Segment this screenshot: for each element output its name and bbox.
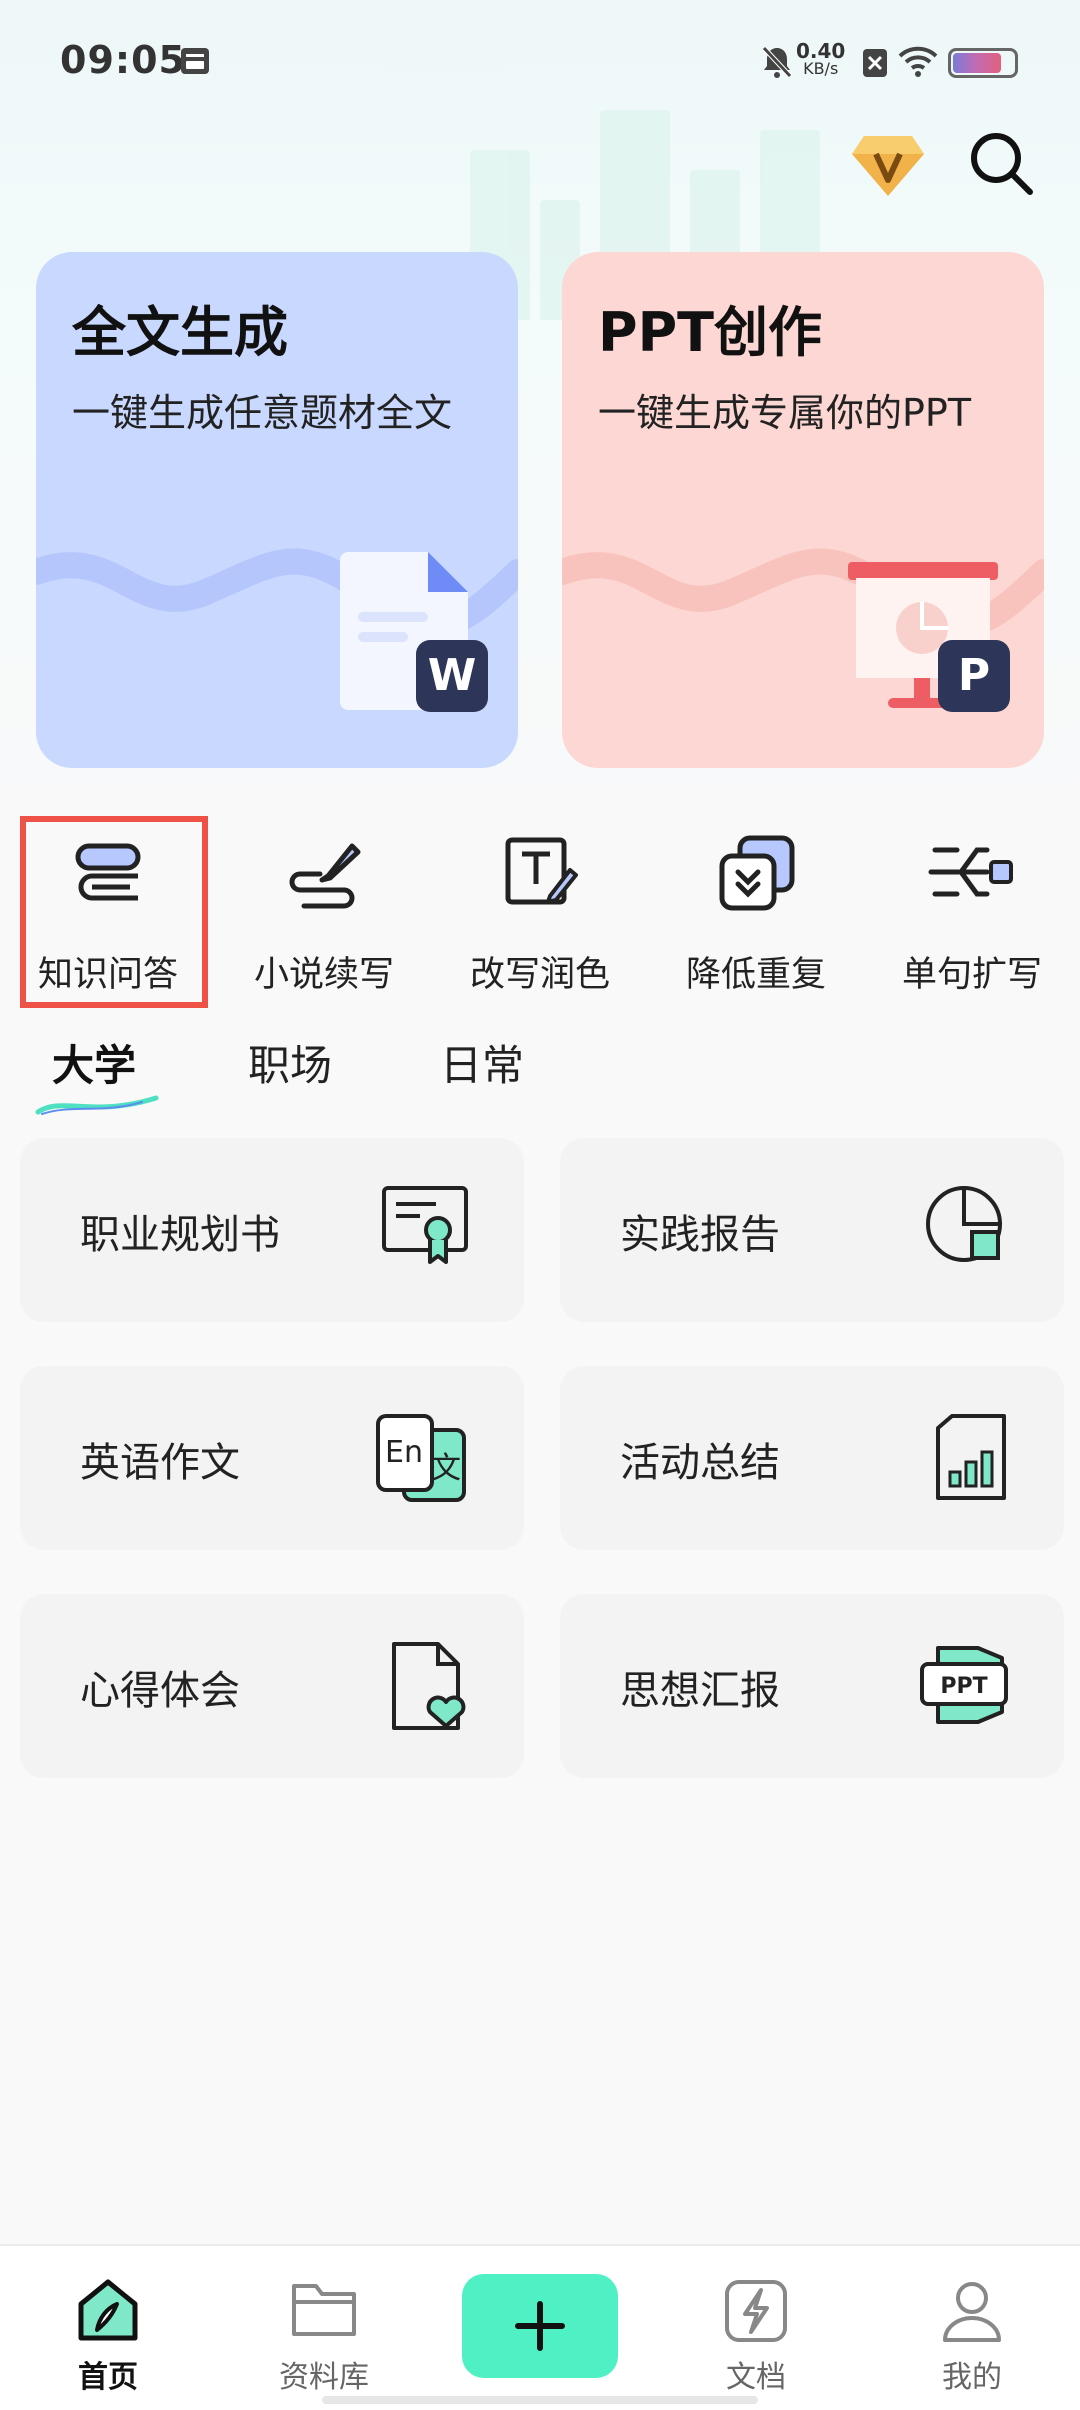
template-thought-report[interactable]: 思想汇报 PPT bbox=[560, 1594, 1064, 1778]
template-english-essay[interactable]: 英语作文 En 文 bbox=[20, 1366, 524, 1550]
tab-daily[interactable]: 日常 bbox=[440, 1032, 524, 1093]
presentation-board-icon: P bbox=[848, 562, 1010, 712]
card-subtitle: 一键生成任意题材全文 bbox=[72, 391, 453, 435]
card-title: PPT创作 bbox=[598, 301, 822, 364]
tool-label: 单句扩写 bbox=[901, 955, 1042, 995]
status-time: 09:05 bbox=[60, 38, 186, 82]
full-text-generation-card[interactable]: 全文生成 一键生成任意题材全文 W bbox=[36, 252, 518, 768]
tool-label: 改写润色 bbox=[469, 955, 610, 995]
nav-label: 资料库 bbox=[279, 2360, 369, 2395]
tool-novel-continue[interactable]: 小说续写 bbox=[234, 824, 414, 1004]
text-edit-icon bbox=[505, 837, 578, 905]
chart-doc-icon bbox=[936, 1414, 1006, 1500]
home-pen-icon bbox=[78, 2279, 138, 2341]
template-reflection[interactable]: 心得体会 bbox=[20, 1594, 524, 1778]
battery-level-fill bbox=[953, 53, 1002, 73]
status-bar: 09:05 0.40 KB/s bbox=[0, 0, 1080, 120]
sim-blocked-icon bbox=[863, 49, 887, 77]
word-document-icon: W bbox=[340, 552, 488, 712]
ppt-creation-card[interactable]: PPT创作 一键生成专属你的PPT P bbox=[562, 252, 1044, 768]
template-label: 英语作文 bbox=[80, 1440, 240, 1486]
selection-highlight-box bbox=[20, 816, 208, 1008]
tab-workplace[interactable]: 职场 bbox=[248, 1032, 332, 1093]
template-label: 实践报告 bbox=[620, 1212, 780, 1258]
nav-library[interactable]: 资料库 bbox=[244, 2246, 404, 2410]
card-title: 全文生成 bbox=[72, 301, 288, 364]
battery-icon bbox=[948, 48, 1018, 78]
lightning-doc-icon bbox=[725, 2280, 787, 2342]
pen-icon bbox=[289, 843, 361, 909]
bell-muted-icon bbox=[762, 46, 792, 78]
layers-down-icon bbox=[719, 835, 795, 911]
tool-label: 降低重复 bbox=[685, 955, 826, 995]
nav-label: 首页 bbox=[78, 2360, 138, 2395]
template-label: 职业规划书 bbox=[80, 1212, 280, 1258]
certificate-icon bbox=[382, 1186, 468, 1264]
tab-university[interactable]: 大学 bbox=[52, 1032, 136, 1093]
folder-icon bbox=[292, 2284, 356, 2336]
calendar-status-icon bbox=[181, 48, 209, 74]
nav-label: 我的 bbox=[942, 2360, 1002, 2395]
template-career-plan[interactable]: 职业规划书 bbox=[20, 1138, 524, 1322]
nav-label: 文档 bbox=[726, 2360, 786, 2395]
svg-text:W: W bbox=[428, 650, 477, 701]
translate-icon-en: En bbox=[385, 1435, 423, 1470]
heart-doc-icon bbox=[392, 1642, 466, 1730]
template-label: 心得体会 bbox=[80, 1668, 240, 1714]
user-icon bbox=[943, 2282, 1001, 2342]
template-label: 活动总结 bbox=[620, 1440, 780, 1486]
wifi-icon bbox=[898, 46, 938, 77]
translate-icon: En 文 bbox=[376, 1414, 466, 1502]
template-activity-summary[interactable]: 活动总结 bbox=[560, 1366, 1064, 1550]
card-subtitle: 一键生成专属你的PPT bbox=[598, 391, 972, 435]
nav-home[interactable]: 首页 bbox=[28, 2246, 188, 2410]
svg-text:P: P bbox=[958, 650, 990, 701]
network-speed: 0.40 KB/s bbox=[796, 39, 846, 78]
template-practice-report[interactable]: 实践报告 bbox=[560, 1138, 1064, 1322]
tool-reduce-duplication[interactable]: 降低重复 bbox=[666, 824, 846, 1004]
nav-documents[interactable]: 文档 bbox=[676, 2246, 836, 2410]
template-label: 思想汇报 bbox=[620, 1668, 780, 1714]
tool-label: 小说续写 bbox=[253, 955, 394, 995]
plus-icon bbox=[515, 2301, 565, 2351]
add-button[interactable] bbox=[462, 2274, 618, 2378]
network-speed-unit: KB/s bbox=[803, 59, 839, 78]
ppt-icon: PPT bbox=[920, 1646, 1008, 1724]
tool-rewrite-polish[interactable]: 改写润色 bbox=[450, 824, 630, 1004]
search-icon[interactable] bbox=[966, 128, 1036, 198]
pie-report-icon bbox=[926, 1185, 1003, 1262]
home-indicator bbox=[322, 2396, 758, 2404]
tool-sentence-expand[interactable]: 单句扩写 bbox=[882, 824, 1062, 1004]
expand-branch-icon bbox=[928, 847, 1013, 897]
ppt-icon-text: PPT bbox=[940, 1674, 987, 1699]
nav-profile[interactable]: 我的 bbox=[892, 2246, 1052, 2410]
translate-icon-zh: 文 bbox=[431, 1451, 461, 1486]
diamond-v-icon[interactable] bbox=[850, 130, 926, 200]
network-speed-value: 0.40 bbox=[796, 39, 846, 63]
tab-active-underline bbox=[35, 1095, 159, 1115]
